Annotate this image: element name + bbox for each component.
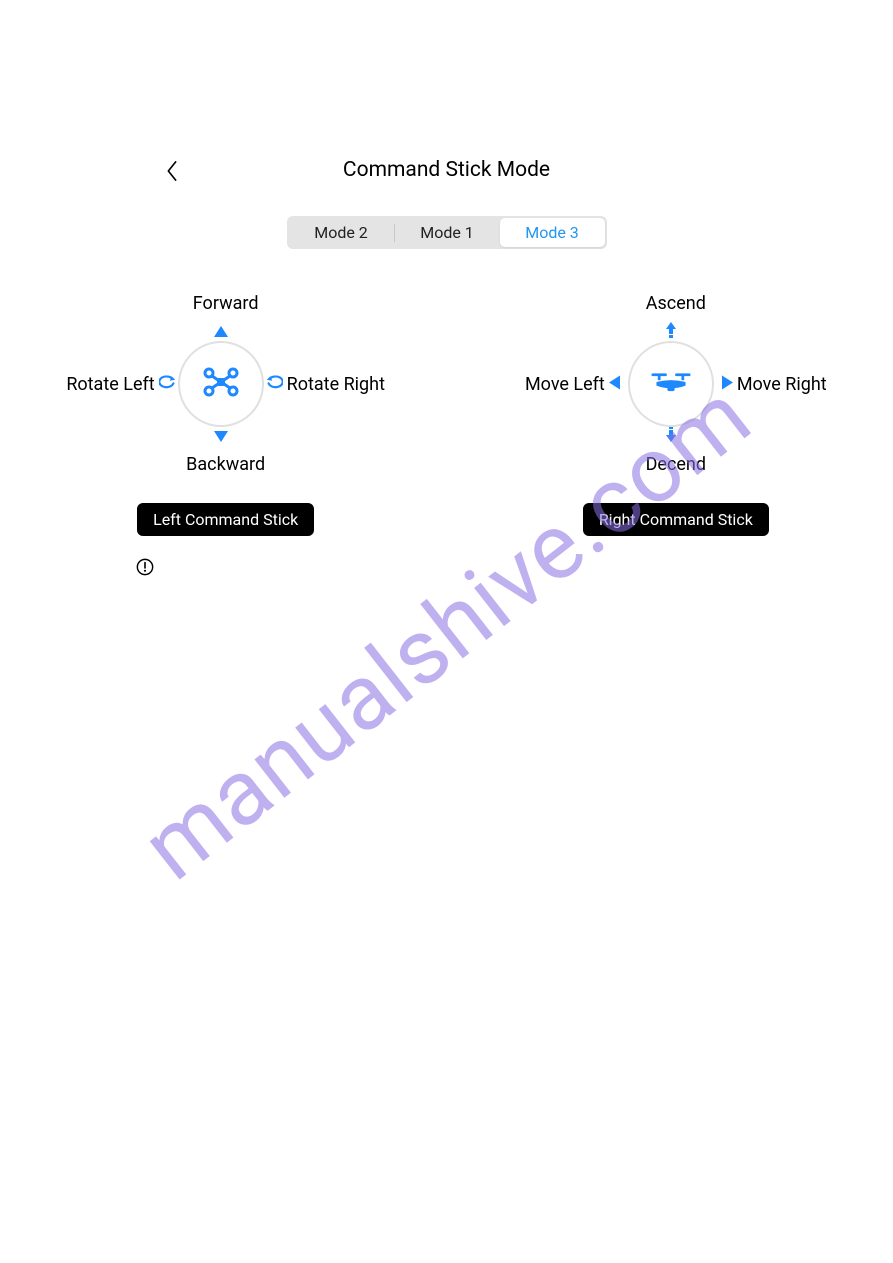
back-button[interactable] bbox=[160, 160, 184, 184]
drone-front-icon bbox=[651, 365, 691, 403]
right-stick-dial bbox=[611, 324, 731, 444]
tab-mode-2[interactable]: Mode 2 bbox=[289, 218, 394, 247]
right-stick-right-label: Move Right bbox=[737, 374, 827, 395]
descend-arrow-icon bbox=[665, 426, 677, 446]
drone-top-icon bbox=[201, 365, 241, 403]
left-stick-mid-row: Rotate Left bbox=[66, 324, 385, 444]
left-stick-circle bbox=[178, 341, 264, 427]
right-stick-diagram: Ascend Move Left bbox=[525, 293, 827, 536]
mode-segmented-control: Mode 2 Mode 1 Mode 3 bbox=[287, 216, 607, 249]
right-stick-circle bbox=[628, 341, 714, 427]
right-stick-top-label: Ascend bbox=[646, 293, 706, 314]
left-stick-bottom-label: Backward bbox=[186, 454, 265, 475]
tab-mode-1[interactable]: Mode 1 bbox=[395, 218, 500, 247]
left-stick-left-label: Rotate Left bbox=[66, 374, 154, 395]
ascend-arrow-icon bbox=[665, 322, 677, 342]
left-stick-dial bbox=[161, 324, 281, 444]
left-stick-diagram: Forward Rotate Left bbox=[66, 293, 385, 536]
arrow-up-icon bbox=[214, 322, 228, 341]
arrow-left-icon bbox=[609, 375, 620, 394]
page-title: Command Stick Mode bbox=[0, 158, 893, 182]
rotate-left-icon bbox=[159, 375, 177, 394]
header: Command Stick Mode Mode 2 Mode 1 Mode 3 bbox=[0, 0, 893, 249]
arrow-down-icon bbox=[214, 427, 228, 446]
left-stick-right-label: Rotate Right bbox=[287, 374, 385, 395]
rotate-right-icon bbox=[265, 375, 283, 394]
right-stick-pill: Right Command Stick bbox=[583, 503, 769, 536]
tab-mode-3[interactable]: Mode 3 bbox=[500, 218, 605, 247]
right-stick-bottom-label: Decend bbox=[646, 454, 706, 475]
chevron-left-icon bbox=[165, 160, 179, 182]
stick-diagrams: Forward Rotate Left bbox=[0, 293, 893, 536]
right-stick-mid-row: Move Left bbox=[525, 324, 827, 444]
left-stick-pill: Left Command Stick bbox=[137, 503, 314, 536]
warning-icon bbox=[136, 558, 154, 580]
right-stick-left-label: Move Left bbox=[525, 374, 605, 395]
left-stick-top-label: Forward bbox=[193, 293, 259, 314]
arrow-right-icon bbox=[722, 375, 733, 394]
